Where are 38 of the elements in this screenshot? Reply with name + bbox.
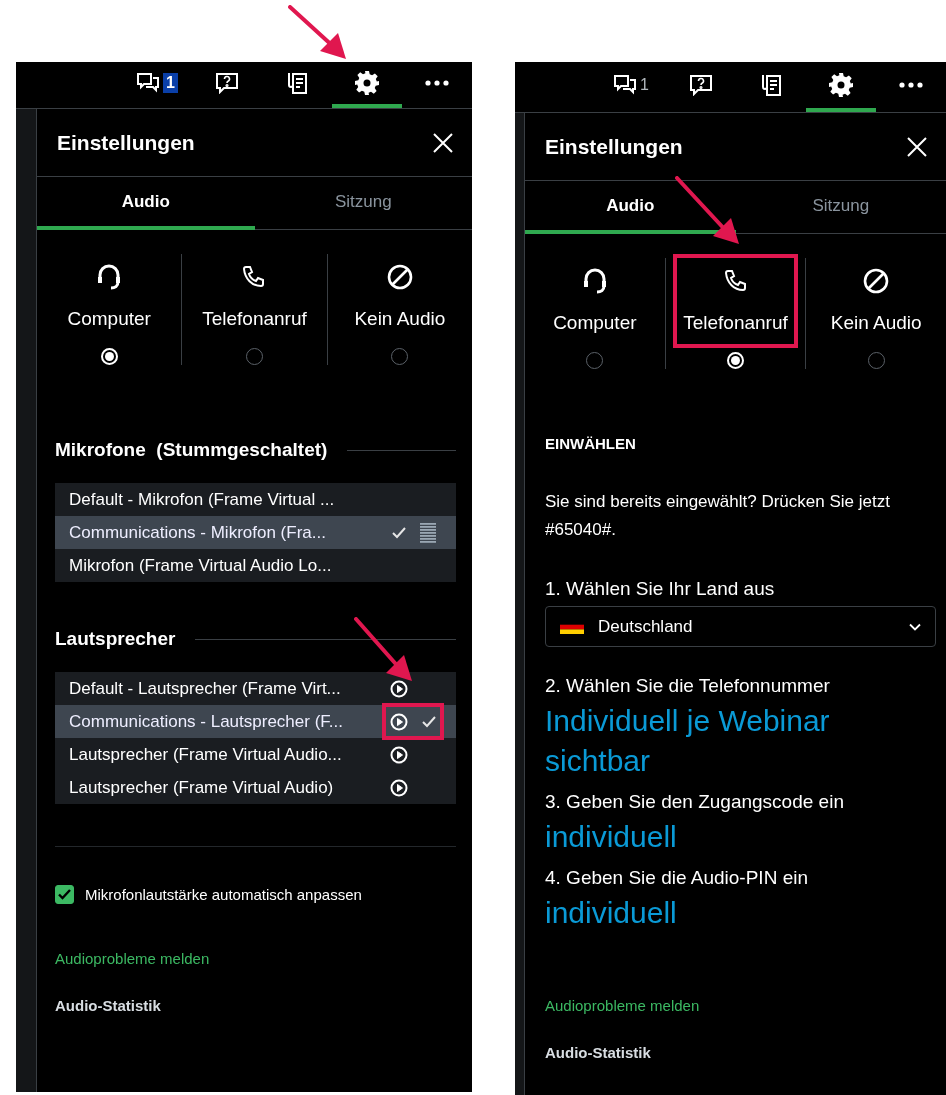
step-value: Individuell je Webinar sichtbar [545,703,831,779]
report-link[interactable]: Audioprobleme melden [55,950,456,967]
section-heading: Lautsprecher [55,628,176,650]
count-label: 1 [640,76,649,94]
audio-option[interactable]: Kein Audio [348,254,452,340]
speaker-item[interactable]: Lautsprecher (Frame Virtual Audio... [55,738,456,771]
audio-option[interactable]: Computer [61,254,157,340]
speaker-item[interactable]: Default - Lautsprecher (Frame Virt... [55,672,456,705]
panel-title: Einstellungen [545,134,683,159]
tab[interactable]: Audio [37,177,255,230]
audio-option[interactable]: Telefonanruf [677,258,794,344]
microphone-item[interactable]: Mikrofon (Frame Virtual Audio Lo... [55,549,456,582]
step-value: individuell [545,819,678,855]
toolbar-button[interactable]: 1 [596,62,666,112]
step-label: 3. Geben Sie den Zugangscode ein [545,791,845,813]
audio-option[interactable]: Telefonanruf [196,254,313,340]
statistics-label[interactable]: Audio-Statistik [545,1044,936,1061]
toolbar-button[interactable]: 1 [122,62,192,108]
report-link[interactable]: Audioprobleme melden [545,997,936,1014]
section-heading: Mikrofone (Stummgeschaltet) [55,439,328,461]
step-label: 4. Geben Sie die Audio-PIN ein [545,867,809,889]
step-label: 2. Wählen Sie die Telefonnummer [545,675,831,697]
audio-option[interactable]: Kein Audio [824,258,928,344]
tab[interactable]: Sitzung [254,177,472,230]
audio-option[interactable]: Computer [547,258,643,344]
count-badge: 1 [163,73,178,93]
checkbox-label: Mikrofonlautstärke automatisch anpassen [85,886,362,903]
microphone-item[interactable]: Communications - Mikrofon (Fra... [55,516,456,549]
step-label: 1. Wählen Sie Ihr Land aus [545,578,776,600]
microphone-item[interactable]: Default - Mikrofon (Frame Virtual ... [55,483,456,516]
dial-in-note: Sie sind bereits eingewählt? Drücken Sie jetzt #65040#. [545,491,891,541]
speaker-item[interactable]: Lautsprecher (Frame Virtual Audio) [55,771,456,804]
step-value: individuell [545,895,678,931]
country-dropdown[interactable]: Deutschland [545,606,936,647]
tab[interactable]: Sitzung [735,181,946,234]
panel-title: Einstellungen [57,130,195,155]
section-heading: EINWÄHLEN [545,435,637,452]
statistics-label[interactable]: Audio-Statistik [55,997,456,1014]
